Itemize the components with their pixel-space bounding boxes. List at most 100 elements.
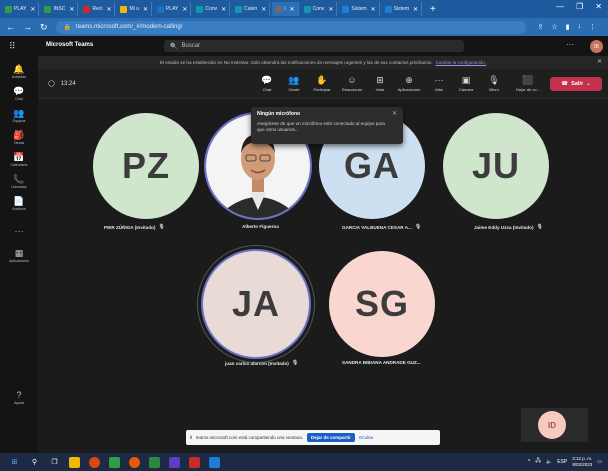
tasks-icon: 🎒 <box>13 130 25 140</box>
volume-icon[interactable]: 🔈 <box>546 459 552 465</box>
stop-sharing-button[interactable]: ⬛ Dejar de co... <box>512 75 544 92</box>
star-icon[interactable]: ☆ <box>551 23 557 31</box>
browser-tab[interactable]: I ✕ <box>272 2 299 16</box>
self-view: ID <box>521 408 588 442</box>
system-tray: ^ 🖧 🔈 ESP 3:12 p. m. 9/02/2023 ▭ <box>528 456 602 467</box>
chevron-up-icon[interactable]: ^ <box>528 459 530 465</box>
browser-tab[interactable]: INSC ✕ <box>41 2 79 16</box>
reaccionar-button[interactable]: ☺ Reaccionar <box>341 75 363 92</box>
participant-name: Jaime Eddy Uzsa (Invitado) <box>474 224 534 230</box>
rail-item-ayuda[interactable]: ? Ayuda <box>0 390 38 405</box>
apps-icon: ⊕ <box>405 75 413 85</box>
search-taskbar-icon[interactable]: ⚲ <box>29 457 40 468</box>
mic-button[interactable]: 🎙 Micro <box>481 75 507 92</box>
stop-share-button[interactable]: Dejar de compartir <box>307 433 355 442</box>
excel-icon[interactable] <box>109 456 120 468</box>
tab-close-icon[interactable]: ✕ <box>221 6 226 13</box>
popup-close-icon[interactable]: ✕ <box>392 110 397 117</box>
notifications-icon[interactable]: ▭ <box>597 459 602 465</box>
app-icon[interactable] <box>89 456 100 468</box>
browser-tab[interactable]: Sistem ✕ <box>339 2 380 16</box>
rail-item-equipos[interactable]: 👥 Equipos <box>0 108 38 123</box>
more-options-icon[interactable]: ··· <box>566 40 574 49</box>
network-icon[interactable]: 🖧 <box>535 458 541 466</box>
search-input[interactable]: 🔍 Buscar <box>164 40 464 52</box>
aplicaciones-button[interactable]: ⊕ Aplicaciones <box>398 75 420 92</box>
browser-tab[interactable]: Calen ✕ <box>232 2 271 16</box>
more-icon: ··· <box>14 226 24 236</box>
rail-item-actividad[interactable]: 🔔 Actividad <box>0 64 38 79</box>
rail-item-archivos[interactable]: 📄 Archivos <box>0 196 38 211</box>
red-app-icon[interactable] <box>189 456 200 468</box>
tab-close-icon[interactable]: ✕ <box>328 6 333 13</box>
share-icon[interactable]: ⇪ <box>538 23 544 31</box>
tab-label: INSC <box>53 6 66 12</box>
clock[interactable]: 3:12 p. m. 9/02/2023 <box>572 456 592 467</box>
sidebar-icon[interactable]: ▮ <box>566 23 570 31</box>
green-app-icon[interactable] <box>149 456 160 468</box>
tab-close-icon[interactable]: ✕ <box>261 6 266 13</box>
browser-tab[interactable]: Sistem ✕ <box>382 2 423 16</box>
browser-tab[interactable]: Reci ✕ <box>80 2 116 16</box>
hide-banner-button[interactable]: Ocultar <box>359 435 374 440</box>
rail-item-more[interactable]: ··· <box>0 226 38 237</box>
url-field[interactable]: 🔒 teams.microsoft.com/_#/modern-calling/ <box>55 20 526 34</box>
browser-tab[interactable]: Conv ✕ <box>193 2 231 16</box>
new-tab-button[interactable]: + <box>430 4 436 15</box>
chrome-icon[interactable] <box>129 456 140 468</box>
tab-close-icon[interactable]: ✕ <box>143 6 148 13</box>
tab-close-icon[interactable]: ✕ <box>30 6 35 13</box>
blue-app-icon[interactable] <box>209 456 220 468</box>
notification-link[interactable]: Cambie la configuración. <box>436 60 487 65</box>
tab-close-icon[interactable]: ✕ <box>182 6 187 13</box>
file-explorer-icon[interactable] <box>69 456 80 468</box>
notification-close-icon[interactable]: ✕ <box>597 58 602 65</box>
participant-name: PIER ZÚÑIGA (Invitado) <box>104 224 156 230</box>
rail-item-tareas[interactable]: 🎒 Tareas <box>0 130 38 145</box>
language-indicator[interactable]: ESP <box>557 459 567 465</box>
url-text: teams.microsoft.com/_#/modern-calling/ <box>76 24 183 30</box>
rail-item-aplicaciones[interactable]: ▦ Aplicaciones <box>0 248 38 263</box>
chevron-down-icon[interactable]: ⌄ <box>586 81 591 87</box>
user-avatar[interactable]: IB <box>590 40 603 53</box>
participant-name: juan carlos alarcon (Invitado) <box>225 360 289 366</box>
leave-button[interactable]: ☎ Salir ⌄ <box>550 77 602 91</box>
task-view-icon[interactable]: ❐ <box>49 457 60 468</box>
app-launcher-icon[interactable]: ⠿ <box>9 41 16 52</box>
search-placeholder: Buscar <box>181 43 201 49</box>
close-icon[interactable]: ✕ <box>595 2 602 11</box>
tab-close-icon[interactable]: ✕ <box>69 6 74 13</box>
tab-close-icon[interactable]: ✕ <box>106 6 111 13</box>
browser-tab[interactable]: Conv ✕ <box>301 2 338 16</box>
rail-item-llamadas[interactable]: 📞 Llamadas <box>0 174 38 189</box>
browser-tab[interactable]: PLAY ✕ <box>2 2 40 16</box>
tab-close-icon[interactable]: ✕ <box>371 6 376 13</box>
tab-close-icon[interactable]: ✕ <box>290 6 295 13</box>
muted-mic-icon: 🎙 <box>414 224 422 230</box>
rail-item-calendario[interactable]: 📅 Calendario <box>0 152 38 167</box>
teams-taskbar-icon[interactable] <box>169 456 180 468</box>
participar-button[interactable]: ✋ Participar <box>311 75 333 92</box>
back-icon[interactable]: ← <box>6 22 15 32</box>
reload-icon[interactable]: ↻ <box>40 22 48 33</box>
mic-off-icon: 🎙 <box>488 75 500 85</box>
menu-icon[interactable]: ⋮ <box>589 23 596 31</box>
popup-title: Ningún micrófono <box>257 111 301 117</box>
browser-tab[interactable]: Mi u ✕ <box>117 2 152 16</box>
gente-button[interactable]: 👥 Gente <box>283 75 305 92</box>
chat-button[interactable]: 💬 Chat <box>256 75 278 92</box>
download-icon[interactable]: ↓ <box>578 23 582 31</box>
browser-tab[interactable]: PLAY ✕ <box>154 2 192 16</box>
windows-start-icon[interactable]: ⊞ <box>9 457 20 468</box>
camera-button[interactable]: ▣ Cámara <box>453 75 479 92</box>
restore-icon[interactable]: ❐ <box>576 2 583 11</box>
participant-name-tag: Alberto Figueroa <box>242 224 279 229</box>
minimize-icon[interactable]: — <box>556 2 564 11</box>
más-button[interactable]: ··· Más <box>428 75 450 92</box>
call-control-bar: ◯ 13:24 💬 Chat 👥 Gente ✋ Participar ☺ Reacciona… <box>38 69 608 99</box>
participant-name-tag: GARCIA VALBUENA CESAR A... 🎙 <box>342 224 421 230</box>
rail-item-chat[interactable]: 💬 Chat <box>0 86 38 101</box>
vista-button[interactable]: ⊞ Vista <box>369 75 391 92</box>
tab-close-icon[interactable]: ✕ <box>413 6 418 13</box>
forward-icon[interactable]: → <box>23 22 32 32</box>
